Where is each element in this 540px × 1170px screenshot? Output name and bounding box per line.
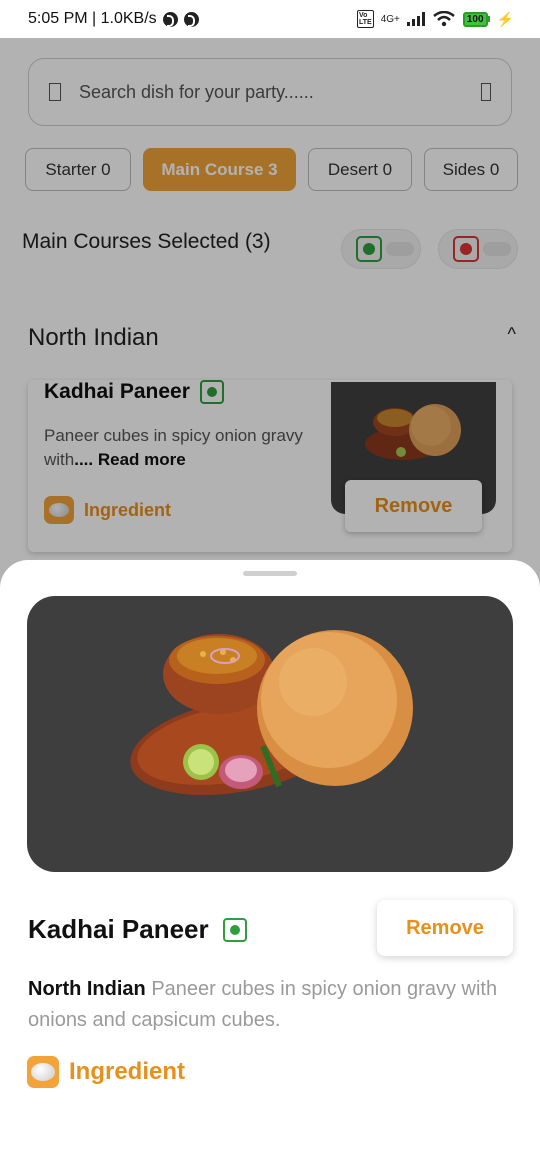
status-left: 5:05 PM | 1.0KB/s: [28, 10, 199, 28]
battery-icon: 100: [462, 11, 490, 27]
ingredient-icon: [27, 1056, 59, 1088]
veg-icon: [222, 917, 247, 942]
sheet-description: North Indian Paneer cubes in spicy onion…: [28, 974, 508, 1036]
sheet-drag-handle[interactable]: [243, 571, 297, 576]
signal-icon: [406, 12, 425, 26]
dish-detail-sheet: Kadhai Paneer Remove North Indian Paneer…: [0, 560, 540, 1170]
status-time: 5:05 PM | 1.0KB/s: [28, 10, 157, 27]
battery-level: 100: [462, 11, 488, 27]
notification-icon: [183, 11, 199, 27]
dish-image: [27, 596, 513, 872]
sheet-ingredient-label: Ingredient: [69, 1058, 186, 1085]
notification-icon: [162, 11, 178, 27]
status-right: Vo LTE 4G+ 100 ⚡: [356, 10, 514, 28]
sheet-ingredient-link[interactable]: Ingredient: [27, 1056, 185, 1088]
status-bar: 5:05 PM | 1.0KB/s Vo LTE 4G+ 100 ⚡: [0, 0, 540, 38]
sheet-title-row: Kadhai Paneer: [28, 914, 247, 945]
volte-icon: Vo LTE: [356, 10, 374, 28]
wifi-icon: [433, 11, 455, 27]
network-type: 4G+: [380, 13, 400, 25]
sheet-remove-button[interactable]: Remove: [377, 900, 513, 956]
sheet-dish-name: Kadhai Paneer: [28, 914, 209, 944]
sheet-cuisine: North Indian: [28, 978, 146, 1000]
charging-icon: ⚡: [496, 10, 514, 27]
